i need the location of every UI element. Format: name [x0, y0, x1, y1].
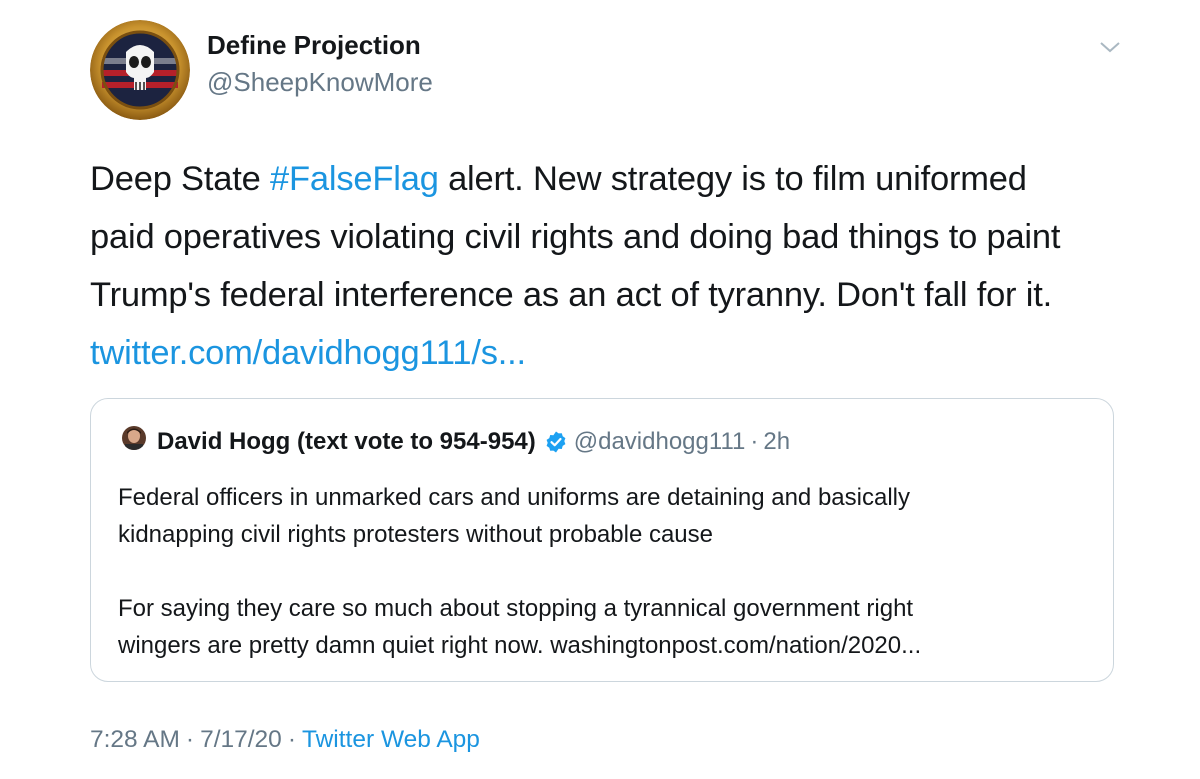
more-options-button[interactable]	[1098, 38, 1122, 56]
tweet-card: Define Projection @SheepKnowMore Deep St…	[0, 0, 1200, 779]
chevron-down-icon	[1100, 42, 1120, 53]
separator-dot: ·	[287, 726, 296, 753]
quoted-tweet-time[interactable]: 2h	[763, 428, 790, 456]
tweet-text-line: Trump's federal interference as an act o…	[90, 276, 1052, 314]
author-avatar[interactable]	[90, 20, 190, 120]
quoted-text-line: For saying they care so much about stopp…	[118, 595, 914, 622]
verified-badge-icon	[544, 430, 568, 454]
tweet-text-line: paid operatives violating civil rights a…	[90, 218, 1061, 256]
separator-dot: ·	[185, 726, 195, 753]
tweet-date[interactable]: 7/17/20	[200, 726, 282, 753]
tweet-text-segment: Deep State	[90, 160, 271, 198]
quoted-author-handle[interactable]: @davidhogg111	[574, 428, 746, 456]
tweet-footer: 7:28 AM · 7/17/20 · Twitter Web App	[90, 726, 480, 754]
tweet-text-segment: alert. New strategy is to film uniformed	[438, 160, 1027, 198]
author-handle[interactable]: @SheepKnowMore	[207, 67, 433, 98]
quoted-text-line: Federal officers in unmarked cars and un…	[118, 484, 910, 511]
quoted-author-name[interactable]: David Hogg (text vote to 954-954)	[157, 428, 536, 456]
quoted-text-line: wingers are pretty damn quiet right now.…	[118, 632, 922, 659]
quoted-tweet-header: David Hogg (text vote to 954-954) @david…	[157, 426, 790, 458]
quoted-tweet-link[interactable]: twitter.com/davidhogg111/s...	[90, 324, 1150, 382]
quoted-tweet[interactable]: David Hogg (text vote to 954-954) @david…	[90, 398, 1114, 682]
separator-dot: ·	[750, 428, 759, 455]
quoted-author-avatar[interactable]	[122, 426, 146, 450]
quoted-tweet-text: Federal officers in unmarked cars and un…	[118, 479, 1098, 664]
tweet-text-line: Deep State #FalseFlag alert. New strateg…	[90, 150, 1150, 208]
author-display-name[interactable]: Define Projection	[207, 30, 421, 61]
tweet-time[interactable]: 7:28 AM	[90, 726, 180, 753]
tweet-source-link[interactable]: Twitter Web App	[302, 726, 480, 753]
quoted-text-line: kidnapping civil rights protesters witho…	[118, 521, 713, 548]
punisher-emblem-icon	[90, 20, 190, 120]
avatar-photo-icon	[122, 426, 146, 450]
tweet-text: Deep State #FalseFlag alert. New strateg…	[90, 150, 1150, 382]
hashtag-link[interactable]: #FalseFlag	[270, 160, 439, 198]
